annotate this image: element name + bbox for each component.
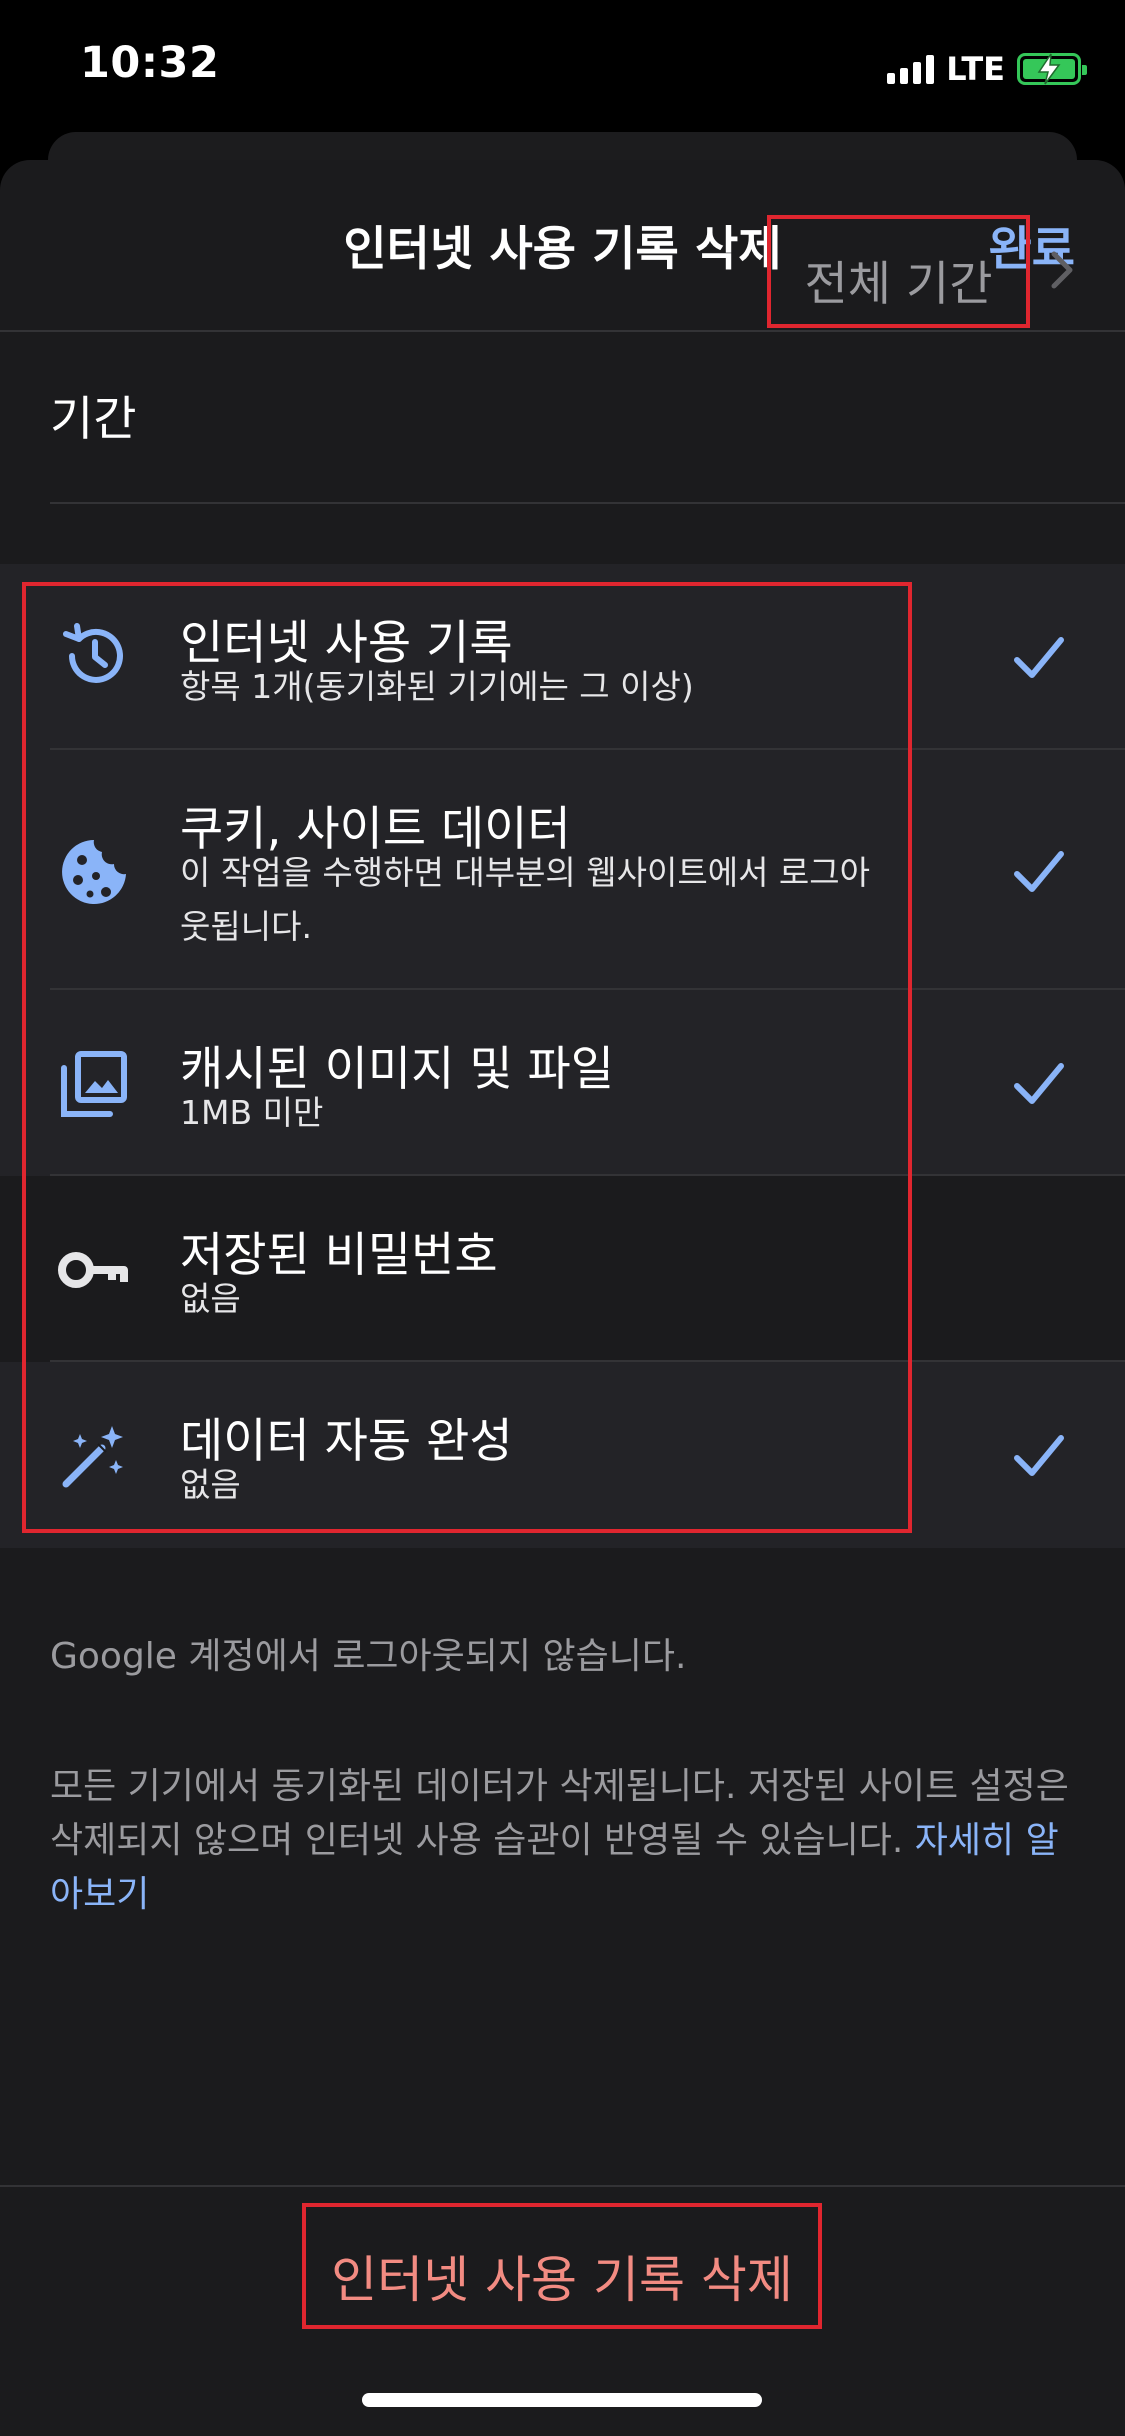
cellular-signal-icon <box>887 54 935 84</box>
screen: 10:32 LTE 인터넷 사용 기록 삭제 완료 기간 전체 기간 인터넷 사… <box>0 0 1125 2436</box>
option-subtitle: 항목 1개(동기화된 기기에는 그 이상) <box>180 667 694 706</box>
network-type: LTE <box>946 50 1005 88</box>
image-icon <box>61 1051 127 1117</box>
checkmark-icon <box>1014 637 1064 678</box>
status-indicators: LTE <box>887 50 1087 88</box>
checkmark-icon <box>1014 851 1064 892</box>
period-divider <box>50 502 1125 504</box>
status-bar: 10:32 LTE <box>0 0 1125 135</box>
clear-browsing-data-label: 인터넷 사용 기록 삭제 <box>331 2251 793 2309</box>
option-subtitle: 없음 <box>180 1279 241 1318</box>
time-range-value[interactable]: 전체 기간 <box>767 215 1030 328</box>
checkmark-icon <box>1014 1063 1064 1104</box>
battery-charging-icon <box>1017 53 1087 85</box>
time-range-label: 기간 <box>50 392 137 447</box>
chevron-right-icon <box>1051 251 1073 289</box>
key-icon <box>58 1252 128 1288</box>
option-subtitle: 없음 <box>180 1465 241 1504</box>
option-cached-images[interactable]: 캐시된 이미지 및 파일 1MB 미만 <box>0 990 1125 1176</box>
status-time: 10:32 <box>80 38 220 88</box>
bottom-divider <box>0 2185 1125 2187</box>
option-subtitle: 1MB 미만 <box>180 1093 324 1132</box>
data-type-list: 인터넷 사용 기록 항목 1개(동기화된 기기에는 그 이상) 쿠키, 사이트 … <box>0 564 1125 1548</box>
time-range-row[interactable]: 기간 <box>0 332 1125 504</box>
option-autofill[interactable]: 데이터 자동 완성 없음 <box>0 1362 1125 1548</box>
time-range-value-label: 전체 기간 <box>804 257 993 312</box>
account-note: Google 계정에서 로그아웃되지 않습니다. <box>50 1636 687 1677</box>
option-cookies[interactable]: 쿠키, 사이트 데이터 이 작업을 수행하면 대부분의 웹사이트에서 로그아웃됩… <box>0 750 1125 990</box>
option-saved-passwords[interactable]: 저장된 비밀번호 없음 <box>0 1176 1125 1362</box>
sync-note: 모든 기기에서 동기화된 데이터가 삭제됩니다. 저장된 사이트 설정은 삭제되… <box>50 1760 1075 1922</box>
magic-wand-icon <box>62 1426 123 1488</box>
cookie-icon <box>62 840 126 904</box>
home-indicator[interactable] <box>362 2393 762 2407</box>
option-subtitle: 이 작업을 수행하면 대부분의 웹사이트에서 로그아웃됩니다. <box>180 853 871 946</box>
history-icon <box>63 623 123 683</box>
option-browsing-history[interactable]: 인터넷 사용 기록 항목 1개(동기화된 기기에는 그 이상) <box>0 564 1125 750</box>
clear-browsing-data-button[interactable]: 인터넷 사용 기록 삭제 <box>302 2203 822 2329</box>
checkmark-icon <box>1014 1435 1064 1476</box>
